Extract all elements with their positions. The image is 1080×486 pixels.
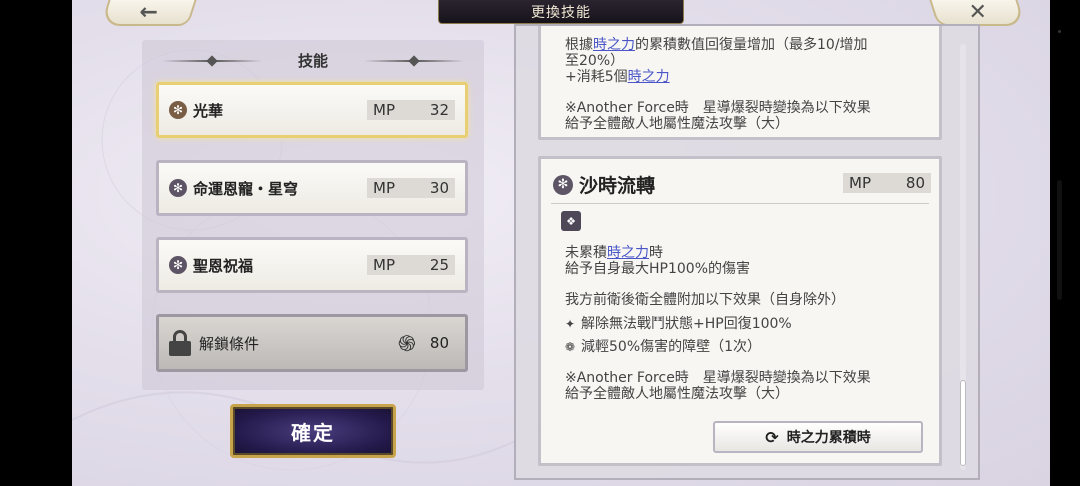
lock-icon [169, 330, 191, 356]
mp-value: 25 [429, 256, 449, 274]
skill-list-heading-text: 技能 [297, 52, 328, 70]
af-note: ※Another Force時 星導爆裂時變換為以下效果 [565, 100, 871, 116]
detail-scroll-thumb[interactable] [960, 380, 966, 466]
skill-mp: MP 30 [367, 178, 455, 198]
skill-list-panel: 技能 ✻ 光華 MP 32 ✻ 命運恩寵・星穹 MP 30 ✻ 聖恩祝福 MP … [142, 40, 484, 390]
unlock-condition-label: 解鎖條件 [199, 334, 260, 353]
unlock-condition-value: 80 [429, 334, 449, 352]
time-power-link[interactable]: 時之力 [628, 69, 670, 85]
mp-label: MP [373, 256, 395, 274]
skill-element-icon: ✻ [553, 174, 573, 195]
effect-line-revive: ✦ 解除無法戰鬥狀態+HP回復100% [565, 316, 792, 332]
skill-detail-card: ✻ 沙時流轉 MP 80 ❖ 未累積時之力時 給予自身最大HP100%的傷害 我… [538, 156, 942, 466]
skill-mp: MP 32 [367, 100, 455, 120]
device-bezel [1050, 0, 1080, 486]
sparkle-icon: ✦ [565, 317, 576, 331]
mp-label: MP [373, 179, 395, 197]
skill-element-icon: ✻ [169, 101, 187, 119]
swirl-icon: ֍ [397, 331, 416, 357]
mp-label: MP [849, 174, 871, 192]
confirm-button[interactable]: 確定 [230, 404, 396, 458]
heading-ornament-left [162, 60, 262, 62]
mp-label: MP [373, 101, 395, 119]
divider [551, 203, 929, 204]
mp-value: 32 [429, 101, 449, 119]
team-effect-line: 我方前衛後衛全體附加以下效果（自身除外） [565, 292, 845, 308]
game-screen: ← 更換技能 ✕ 技能 ✻ 光華 MP 32 ✻ 命運恩寵・星穹 MP 30 ✻… [72, 0, 1050, 486]
close-button[interactable]: ✕ [926, 0, 1026, 26]
effect-line-barrier: ❁ 減輕50%傷害的障壁（1次） [565, 339, 762, 355]
time-power-link[interactable]: 時之力 [607, 245, 649, 261]
skill-detail-card-previous: 根據時之力的累積數值回復量增加（最多10/增加 至20%） +消耗5個時之力 ※… [538, 26, 942, 140]
skill-detail-mp: MP 80 [843, 173, 931, 193]
mp-value: 80 [905, 174, 925, 192]
skill-card-guanghua[interactable]: ✻ 光華 MP 32 [156, 82, 468, 138]
detail-line: +消耗5個時之力 [565, 69, 670, 85]
refresh-icon: ⟳ [765, 427, 779, 447]
skill-detail-name: 沙時流轉 [579, 175, 656, 197]
detail-line: 至20%） [565, 53, 625, 69]
skill-name: 光華 [193, 101, 224, 120]
af-note: ※Another Force時 星導爆裂時變換為以下效果 [565, 370, 871, 386]
skill-mp: MP 25 [367, 255, 455, 275]
heading-ornament-right [364, 60, 464, 62]
skill-card-destiny-grace[interactable]: ✻ 命運恩寵・星穹 MP 30 [156, 160, 468, 216]
skill-name: 命運恩寵・星穹 [193, 179, 299, 198]
af-note: 給予全體敵人地屬性魔法攻擊（大） [565, 116, 789, 132]
back-button[interactable]: ← [100, 0, 200, 26]
close-icon: ✕ [968, 0, 987, 25]
damage-line: 給予自身最大HP100%的傷害 [565, 261, 750, 277]
time-power-accumulated-label: 時之力累積時 [786, 430, 871, 446]
af-note: 給予全體敵人地屬性魔法攻擊（大） [565, 386, 789, 402]
skill-list-heading: 技能 [142, 50, 484, 71]
skill-name: 聖恩祝福 [193, 256, 254, 275]
condition-line: 未累積時之力時 [565, 245, 663, 261]
detail-line: 根據時之力的累積數值回復量增加（最多10/增加 [565, 37, 868, 53]
skill-element-icon: ✻ [169, 179, 187, 197]
page-title: 更換技能 [438, 0, 684, 24]
mp-value: 30 [429, 179, 449, 197]
earth-element-badge-icon: ❖ [561, 211, 581, 231]
back-arrow-icon: ← [139, 0, 158, 25]
barrier-icon: ❁ [565, 340, 576, 354]
detail-scrollbar[interactable] [960, 44, 966, 470]
skill-element-icon: ✻ [169, 256, 187, 274]
time-power-accumulated-button[interactable]: ⟳ 時之力累積時 [713, 421, 923, 453]
skill-card-holy-blessing[interactable]: ✻ 聖恩祝福 MP 25 [156, 237, 468, 293]
skill-detail-panel[interactable]: 根據時之力的累積數值回復量增加（最多10/增加 至20%） +消耗5個時之力 ※… [514, 24, 980, 480]
time-power-link[interactable]: 時之力 [593, 37, 635, 53]
skill-detail-title: ✻ 沙時流轉 [553, 171, 655, 198]
locked-skill-card[interactable]: 解鎖條件 ֍ 80 [156, 314, 468, 372]
